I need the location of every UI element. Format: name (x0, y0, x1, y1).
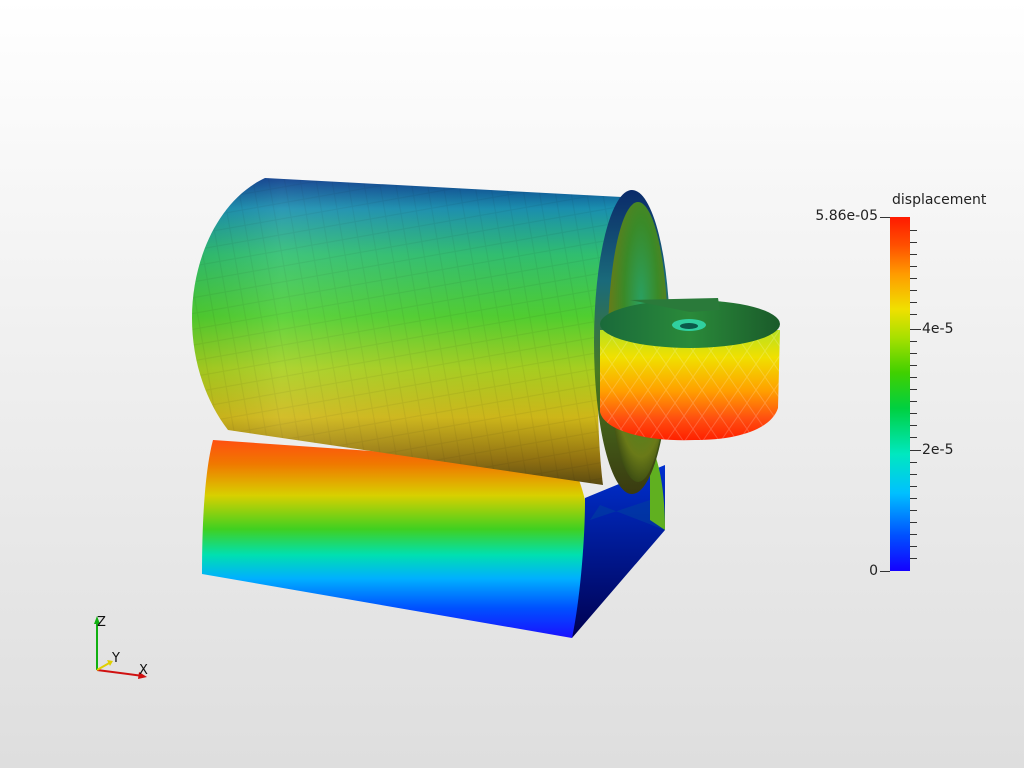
scalar-bar-legend: displacement 5.86e-05 4e-5 2e-5 0 (810, 190, 1010, 590)
axis-label-z: Z (97, 615, 106, 630)
boss-cylinder (600, 298, 780, 441)
legend-tick-label-2e-5: 2e-5 (922, 442, 954, 458)
orientation-axes-triad: Z Y X (85, 612, 155, 687)
axis-label-y: Y (112, 651, 120, 666)
legend-max-label: 5.86e-05 (815, 208, 878, 224)
color-gradient-bar (890, 217, 910, 571)
axis-label-x: X (139, 663, 148, 678)
legend-min-tick (880, 571, 890, 572)
legend-tick-label-4e-5: 4e-5 (922, 321, 954, 337)
legend-max-tick (880, 217, 890, 218)
render-viewport[interactable]: displacement 5.86e-05 4e-5 2e-5 0 Z Y X (0, 0, 1024, 768)
legend-min-label: 0 (869, 563, 878, 579)
legend-title: displacement (892, 192, 987, 208)
